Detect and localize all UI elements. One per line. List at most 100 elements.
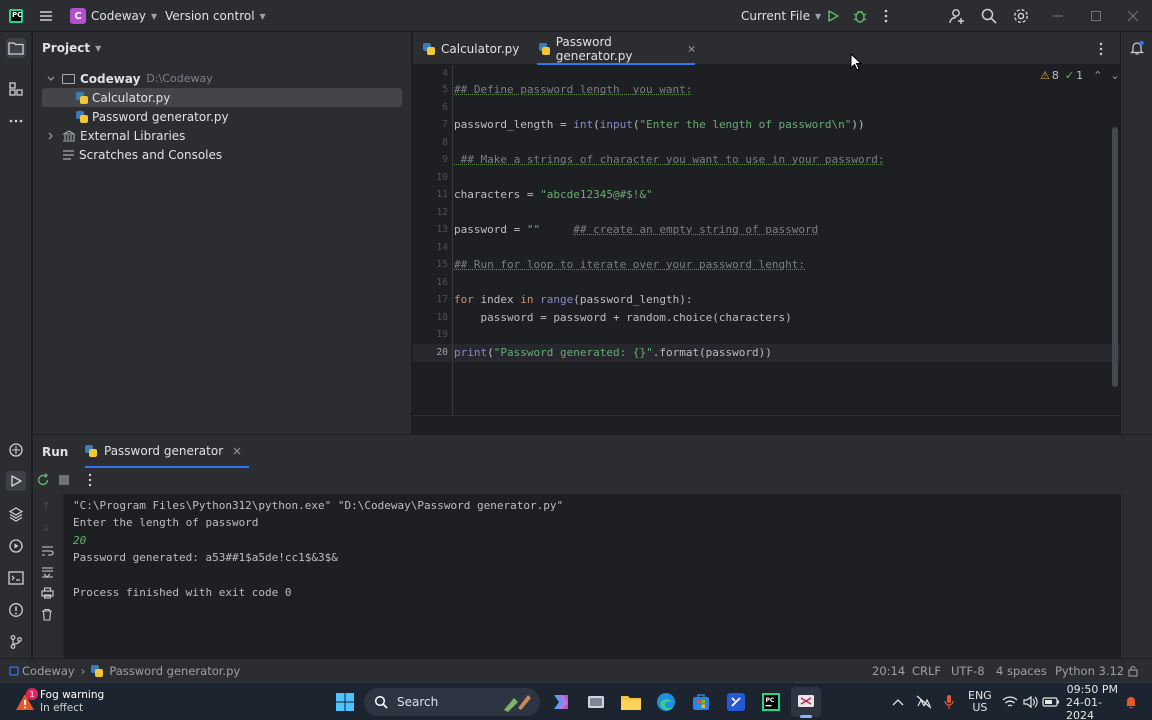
soft-wrap-icon[interactable] bbox=[41, 545, 54, 557]
python-packages-icon[interactable] bbox=[6, 440, 26, 460]
language-indicator[interactable]: ENG US bbox=[968, 683, 992, 720]
project-tool-folder-icon[interactable] bbox=[6, 38, 26, 58]
scroll-to-end-icon[interactable] bbox=[41, 566, 54, 578]
warning-icon: ⚠ bbox=[1040, 69, 1050, 82]
tree-file-password-generator[interactable]: Password generator.py bbox=[42, 107, 402, 126]
layers-icon[interactable] bbox=[6, 504, 26, 524]
clock[interactable]: 09:50 PM 24-01-2024 bbox=[1066, 683, 1118, 720]
maximize-button[interactable] bbox=[1090, 0, 1102, 32]
tree-file-calculator[interactable]: Calculator.py bbox=[42, 88, 402, 107]
search-icon bbox=[374, 695, 388, 709]
indent-setting[interactable]: 4 spaces bbox=[996, 659, 1047, 683]
trash-icon[interactable] bbox=[41, 608, 53, 621]
pycharm-taskbar-icon[interactable]: PC bbox=[756, 687, 786, 717]
search-everywhere-icon[interactable] bbox=[980, 0, 998, 32]
services-icon[interactable] bbox=[6, 536, 26, 556]
breadcrumb-project[interactable]: Codeway bbox=[22, 664, 75, 678]
run-console-output[interactable]: "C:\Program Files\Python312\python.exe" … bbox=[64, 494, 1121, 659]
notifications-bell-icon[interactable] bbox=[1127, 38, 1147, 58]
network-off-icon[interactable] bbox=[916, 683, 932, 720]
tree-external-libraries[interactable]: External Libraries bbox=[42, 126, 402, 145]
pycharm-logo-icon: PC bbox=[9, 0, 23, 32]
editor-scrollbar[interactable] bbox=[1112, 127, 1118, 387]
python-file-icon bbox=[423, 43, 435, 55]
inspection-widget[interactable]: ⚠ 8 ✓ 1 ⌃ ⌄ bbox=[1040, 69, 1120, 82]
show-hidden-icons[interactable] bbox=[892, 683, 904, 720]
arrow-up-icon[interactable]: ↑ bbox=[42, 501, 50, 512]
line-number: 12 bbox=[412, 207, 448, 218]
lock-icon[interactable] bbox=[1127, 659, 1139, 683]
tree-scratches[interactable]: Scratches and Consoles bbox=[42, 145, 402, 164]
structure-icon[interactable] bbox=[6, 79, 26, 99]
chevron-up-icon[interactable]: ⌃ bbox=[1093, 69, 1102, 82]
run-tab-label: Password generator bbox=[104, 444, 223, 458]
run-panel-title: Run bbox=[42, 435, 68, 468]
line-number-gutter: 4 5 6 7 8 9 10 11 12 13 14 15 16 17 18 1… bbox=[413, 65, 453, 415]
chevron-down-icon: ▼ bbox=[151, 12, 157, 21]
settings-gear-icon[interactable] bbox=[1012, 0, 1030, 32]
tab-password-generator[interactable]: Password generator.py bbox=[537, 32, 695, 65]
task-view-icon[interactable] bbox=[581, 687, 611, 717]
run-tool-play-icon[interactable] bbox=[6, 471, 26, 491]
git-branch-icon[interactable] bbox=[6, 632, 26, 652]
run-config-selector[interactable]: Current File ▼ bbox=[741, 0, 821, 32]
tab-label: Password generator.py bbox=[556, 35, 678, 63]
rerun-icon[interactable] bbox=[36, 473, 50, 487]
vs-code-icon[interactable] bbox=[721, 687, 751, 717]
chevron-down-icon[interactable]: ⌄ bbox=[1110, 69, 1119, 82]
python-interpreter[interactable]: Python 3.12 bbox=[1055, 659, 1124, 683]
code-line-9: ## Make a strings of character you want … bbox=[454, 153, 884, 166]
console-command-line: "C:\Program Files\Python312\python.exe" … bbox=[73, 499, 563, 512]
stop-icon[interactable] bbox=[59, 475, 69, 485]
copilot-app-icon[interactable] bbox=[546, 687, 576, 717]
more-actions-icon[interactable] bbox=[882, 0, 890, 32]
microsoft-store-icon[interactable] bbox=[686, 687, 716, 717]
more-options-icon[interactable] bbox=[88, 473, 92, 487]
library-icon bbox=[62, 130, 76, 142]
run-button[interactable] bbox=[826, 0, 840, 32]
caret-position[interactable]: 20:14 bbox=[872, 659, 905, 683]
notification-bell-icon[interactable] bbox=[1124, 683, 1138, 720]
main-menu-icon[interactable] bbox=[38, 0, 54, 32]
line-separator[interactable]: CRLF bbox=[912, 659, 941, 683]
breadcrumb-file[interactable]: Password generator.py bbox=[109, 664, 240, 678]
quick-settings[interactable] bbox=[1002, 683, 1060, 720]
code-with-me-icon[interactable] bbox=[948, 0, 966, 32]
weather-widget[interactable]: 1 Fog warning In effect bbox=[14, 687, 104, 717]
problems-icon[interactable] bbox=[6, 600, 26, 620]
code-editor[interactable]: 4 5 6 7 8 9 10 11 12 13 14 15 16 17 18 1… bbox=[413, 65, 1120, 415]
code-line-15: ## Run for loop to iterate over your pas… bbox=[454, 258, 805, 271]
file-explorer-icon[interactable] bbox=[616, 687, 646, 717]
line-number: 14 bbox=[412, 242, 448, 253]
weather-badge: 1 bbox=[26, 688, 38, 700]
debug-button[interactable] bbox=[852, 0, 868, 32]
minimize-button[interactable] bbox=[1052, 0, 1064, 32]
tree-root-folder[interactable]: Codeway D:\Codeway bbox=[42, 69, 402, 88]
windows-start-icon[interactable] bbox=[330, 687, 360, 717]
vcs-menu[interactable]: Version control ▼ bbox=[165, 0, 266, 32]
chevron-right-icon: › bbox=[81, 664, 86, 678]
taskbar-search[interactable]: Search bbox=[364, 688, 540, 716]
weather-title: Fog warning bbox=[40, 689, 104, 702]
microphone-icon[interactable] bbox=[943, 683, 955, 720]
tab-options-icon[interactable] bbox=[1099, 32, 1103, 65]
tab-run-password-generator[interactable]: Password generator bbox=[85, 435, 249, 468]
line-number: 16 bbox=[412, 277, 448, 288]
scratches-label: Scratches and Consoles bbox=[79, 148, 222, 162]
close-window-button[interactable] bbox=[1127, 0, 1139, 32]
tab-calculator[interactable]: Calculator.py bbox=[423, 32, 533, 65]
close-tab-icon[interactable] bbox=[233, 447, 241, 455]
python-file-icon bbox=[91, 665, 103, 677]
terminal-icon[interactable] bbox=[6, 568, 26, 588]
file-name: Password generator.py bbox=[92, 110, 229, 124]
line-number-current: 20 bbox=[412, 347, 448, 358]
file-encoding[interactable]: UTF-8 bbox=[951, 659, 985, 683]
snipping-tool-icon[interactable] bbox=[791, 687, 821, 717]
print-icon[interactable] bbox=[41, 587, 54, 599]
more-tools-icon[interactable] bbox=[6, 111, 26, 131]
project-panel-header[interactable]: Project ▼ bbox=[42, 41, 101, 55]
arrow-down-icon[interactable]: ↓ bbox=[42, 523, 50, 534]
close-tab-icon[interactable] bbox=[688, 45, 695, 53]
project-switcher[interactable]: C Codeway ▼ bbox=[70, 0, 157, 32]
edge-browser-icon[interactable] bbox=[651, 687, 681, 717]
